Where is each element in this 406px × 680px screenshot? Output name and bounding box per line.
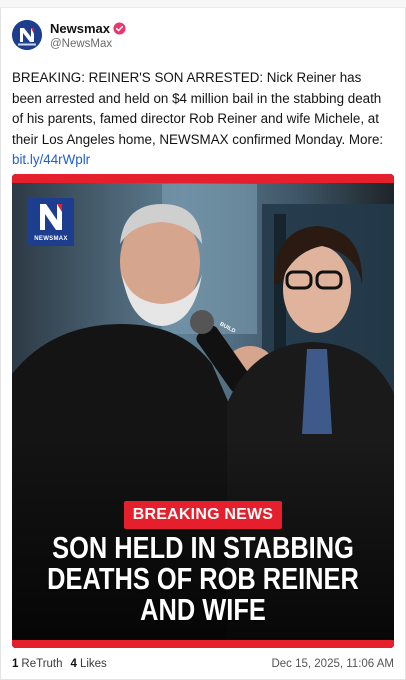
likes-count: 4 [70,658,77,670]
account-names: Newsmax @NewsMax [50,21,126,50]
previous-post-edge [0,0,406,8]
breaking-news-badge: BREAKING NEWS [124,501,282,529]
image-bottom-accent [12,640,394,648]
headline-line-2: DEATHS OF ROB REINER [47,561,359,596]
display-name[interactable]: Newsmax [50,21,110,36]
retruths-stat[interactable]: 1 ReTruth [12,658,63,670]
post-body: BREAKING: REINER'S SON ARRESTED: Nick Re… [12,68,394,171]
headline-line-1: SON HELD IN STABBING [52,530,354,565]
newsmax-avatar-icon[interactable] [12,20,42,50]
post-footer: 1 ReTruth 4 Likes Dec 15, 2025, 11:06 AM [12,656,394,672]
newsmax-logo-icon: NEWSMAX [28,198,74,246]
post-header: Newsmax @NewsMax [12,18,126,52]
likes-stat[interactable]: 4 Likes [71,658,107,670]
retruths-label: ReTruth [21,658,63,670]
image-headline: SON HELD IN STABBING DEATHS OF ROB REINE… [46,532,359,625]
image-top-accent [12,174,394,183]
retruths-count: 1 [12,658,19,670]
post-image[interactable]: NEWSMAX BUILD BREAKING NEWS SON HELD IN … [12,174,394,648]
headline-line-3: AND WIFE [140,592,266,627]
post-text: BREAKING: REINER'S SON ARRESTED: Nick Re… [12,70,384,147]
likes-label: Likes [79,658,107,670]
post-link[interactable]: bit.ly/44rWplr [12,150,394,171]
logo-text: NEWSMAX [34,236,68,242]
verified-badge-icon [113,21,126,35]
post-timestamp[interactable]: Dec 15, 2025, 11:06 AM [271,658,394,670]
account-handle[interactable]: @NewsMax [50,38,126,50]
